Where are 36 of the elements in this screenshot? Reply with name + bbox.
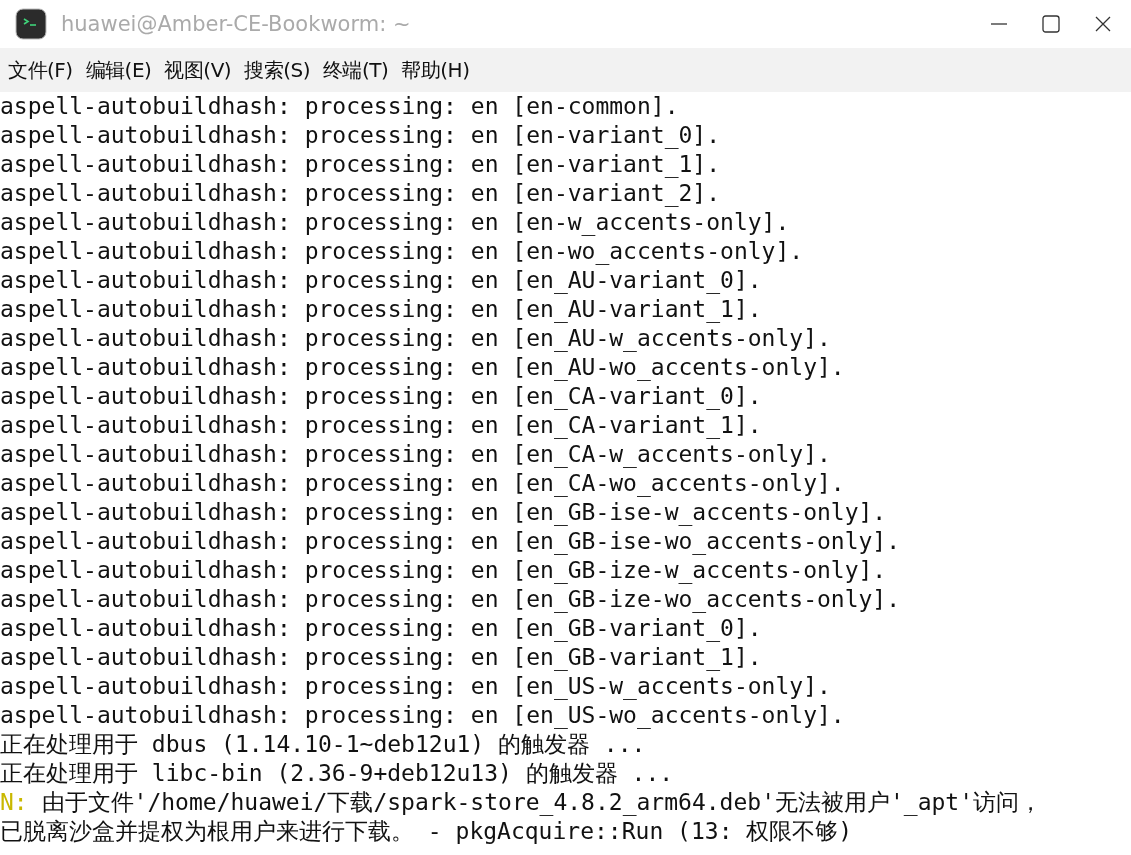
terminal-line: aspell-autobuildhash: processing: en [en_CA-w_accents-only]. [0,440,832,469]
menu-item[interactable]: 帮助(H) [401,56,470,84]
terminal-line: aspell-autobuildhash: processing: en [en_GB-ize-wo_accents-only]. [0,585,902,614]
menu-item[interactable]: 终端(T) [322,56,389,84]
terminal-line: 正在处理用于 dbus (1.14.10-1~deb12u1) 的触发器 ... [0,730,647,759]
terminal-line: aspell-autobuildhash: processing: en [en-common]. [0,92,680,121]
terminal-line: aspell-autobuildhash: processing: en [en_AU-variant_1]. [0,295,763,324]
terminal-line: 已脱离沙盒并提权为根用户来进行下载。 - pkgAcquire::Run (13: 权限不够) [0,817,854,846]
menu-item[interactable]: 视图(V) [164,56,232,84]
terminal-line: aspell-autobuildhash: processing: en [en_GB-ize-w_accents-only]. [0,556,888,585]
terminal-line: aspell-autobuildhash: processing: en [en_AU-wo_accents-only]. [0,353,846,382]
terminal-line: aspell-autobuildhash: processing: en [en_GB-ise-wo_accents-only]. [0,527,902,556]
close-icon[interactable] [1094,15,1112,33]
menu-item[interactable]: 搜索(S) [244,56,310,84]
terminal-line: aspell-autobuildhash: processing: en [en-variant_1]. [0,150,722,179]
maximize-icon[interactable] [1042,15,1060,33]
terminal-line: aspell-autobuildhash: processing: en [en_GB-variant_1]. [0,643,763,672]
terminal-line: aspell-autobuildhash: processing: en [en_US-wo_accents-only]. [0,701,846,730]
terminal-line: aspell-autobuildhash: processing: en [en_GB-variant_0]. [0,614,763,643]
terminal-line: aspell-autobuildhash: processing: en [en-w_accents-only]. [0,208,791,237]
terminal-line: aspell-autobuildhash: processing: en [en_AU-w_accents-only]. [0,324,832,353]
terminal-line: aspell-autobuildhash: processing: en [en_US-w_accents-only]. [0,672,832,701]
terminal-line: aspell-autobuildhash: processing: en [en_CA-variant_1]. [0,411,763,440]
terminal-line: aspell-autobuildhash: processing: en [en_GB-ise-w_accents-only]. [0,498,888,527]
terminal-line: aspell-autobuildhash: processing: en [en_CA-variant_0]. [0,382,763,411]
terminal-line: 正在处理用于 libc-bin (2.36-9+deb12u13) 的触发器 ... [0,759,675,788]
terminal-line: aspell-autobuildhash: processing: en [en_CA-wo_accents-only]. [0,469,846,498]
terminal-line: aspell-autobuildhash: processing: en [en-variant_0]. [0,121,722,150]
terminal-line: aspell-autobuildhash: processing: en [en-wo_accents-only]. [0,237,805,266]
window-title: huawei@Amber-CE-Bookworm: ~ [61,12,411,36]
menu-item[interactable]: 文件(F) [8,56,73,84]
menu-item[interactable]: 编辑(E) [85,56,152,84]
terminal-icon [15,8,47,40]
terminal-line: N: 由于文件'/home/huawei/下载/spark-store_4.8.2_arm64.deb'无法被用户'_apt'访问， [0,788,1044,817]
terminal-line: aspell-autobuildhash: processing: en [en-variant_2]. [0,179,722,208]
terminal-line: aspell-autobuildhash: processing: en [en_AU-variant_0]. [0,266,763,295]
